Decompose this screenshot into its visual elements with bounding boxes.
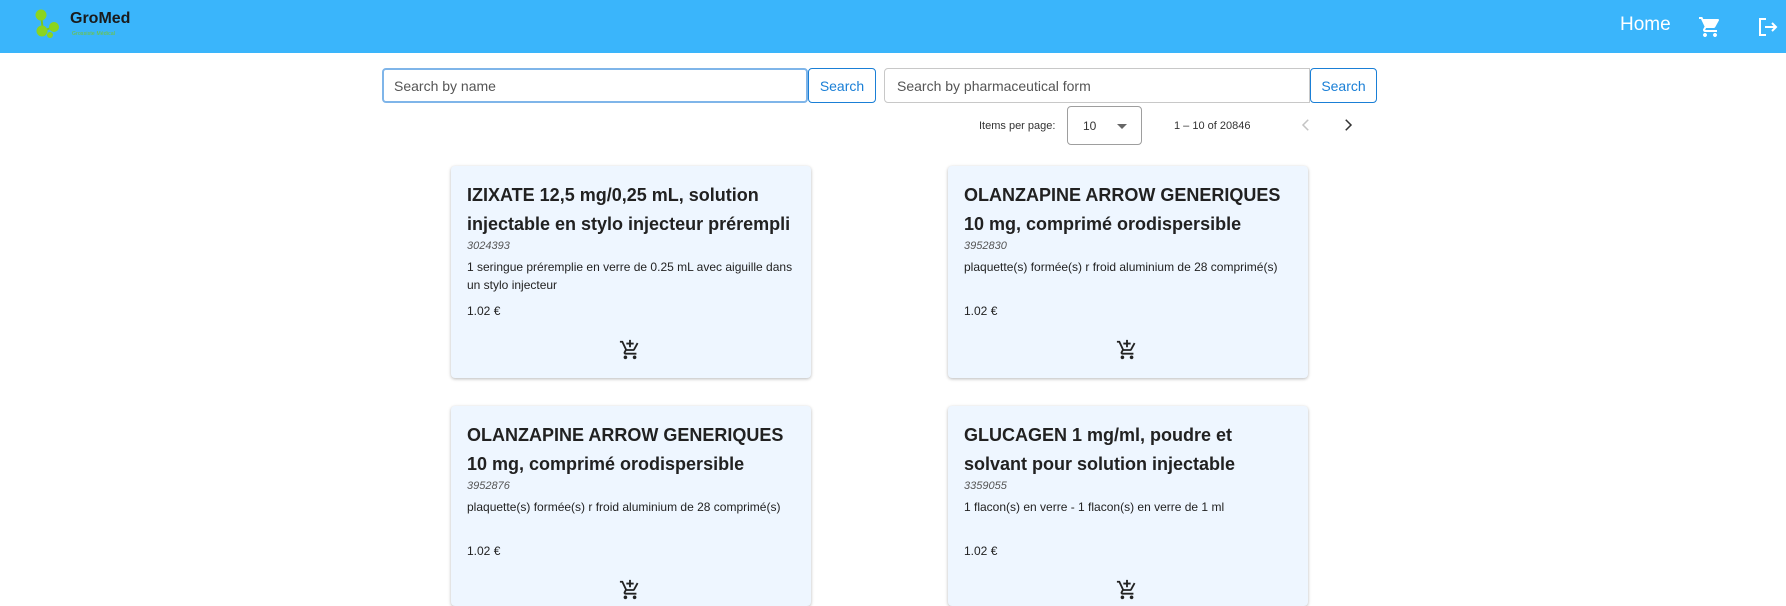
product-price: 1.02 € [467, 544, 501, 558]
add-shopping-cart-icon[interactable] [1116, 339, 1138, 361]
items-per-page-value: 10 [1083, 119, 1097, 133]
product-code: 3952876 [467, 480, 510, 492]
search-by-form-input[interactable] [884, 68, 1310, 103]
product-title: IZIXATE 12,5 mg/0,25 mL, solution inject… [467, 185, 791, 234]
app-name: GroMed [70, 10, 131, 27]
product-card: OLANZAPINE ARROW GENERIQUES 10 mg, compr… [948, 166, 1308, 378]
product-title: OLANZAPINE ARROW GENERIQUES 10 mg, compr… [964, 185, 1281, 234]
product-description: plaquette(s) formée(s) r froid aluminium… [467, 500, 781, 514]
product-price: 1.02 € [964, 544, 998, 558]
chevron-left-icon[interactable] [1297, 116, 1315, 134]
product-description: plaquette(s) formée(s) r froid aluminium… [964, 260, 1278, 274]
product-card: OLANZAPINE ARROW GENERIQUES 10 mg, compr… [451, 406, 811, 606]
add-shopping-cart-icon[interactable] [1116, 579, 1138, 601]
shopping-cart-icon[interactable] [1698, 15, 1722, 39]
logout-icon[interactable] [1755, 15, 1779, 39]
product-code: 3024393 [467, 240, 510, 252]
product-description: 1 flacon(s) en verre - 1 flacon(s) en ve… [964, 500, 1225, 514]
search-by-form-button[interactable]: Search [1310, 68, 1377, 103]
top-navbar: GroMed Grossiste Médical Home [0, 0, 1786, 53]
product-card: IZIXATE 12,5 mg/0,25 mL, solution inject… [451, 166, 811, 378]
product-description: 1 seringue préremplie en verre de 0.25 m… [467, 260, 793, 292]
search-by-name-button[interactable]: Search [808, 68, 876, 103]
search-by-name-input[interactable] [382, 68, 808, 103]
items-per-page-label: Items per page: [979, 120, 1056, 132]
app-tagline: Grossiste Médical [72, 31, 116, 37]
add-shopping-cart-icon[interactable] [619, 579, 641, 601]
items-per-page-select[interactable]: 10 [1067, 106, 1142, 145]
product-price: 1.02 € [964, 304, 998, 318]
product-code: 3952830 [964, 240, 1007, 252]
nav-home-link[interactable]: Home [1620, 14, 1671, 36]
chevron-right-icon[interactable] [1339, 116, 1357, 134]
product-price: 1.02 € [467, 304, 501, 318]
product-code: 3359055 [964, 480, 1007, 492]
product-title: GLUCAGEN 1 mg/ml, poudre et solvant pour… [964, 425, 1236, 474]
add-shopping-cart-icon[interactable] [619, 339, 641, 361]
pagination-range: 1 – 10 of 20846 [1174, 120, 1251, 132]
dropdown-caret-icon [1117, 124, 1127, 129]
product-card: GLUCAGEN 1 mg/ml, poudre et solvant pour… [948, 406, 1308, 606]
product-title: OLANZAPINE ARROW GENERIQUES 10 mg, compr… [467, 425, 784, 474]
